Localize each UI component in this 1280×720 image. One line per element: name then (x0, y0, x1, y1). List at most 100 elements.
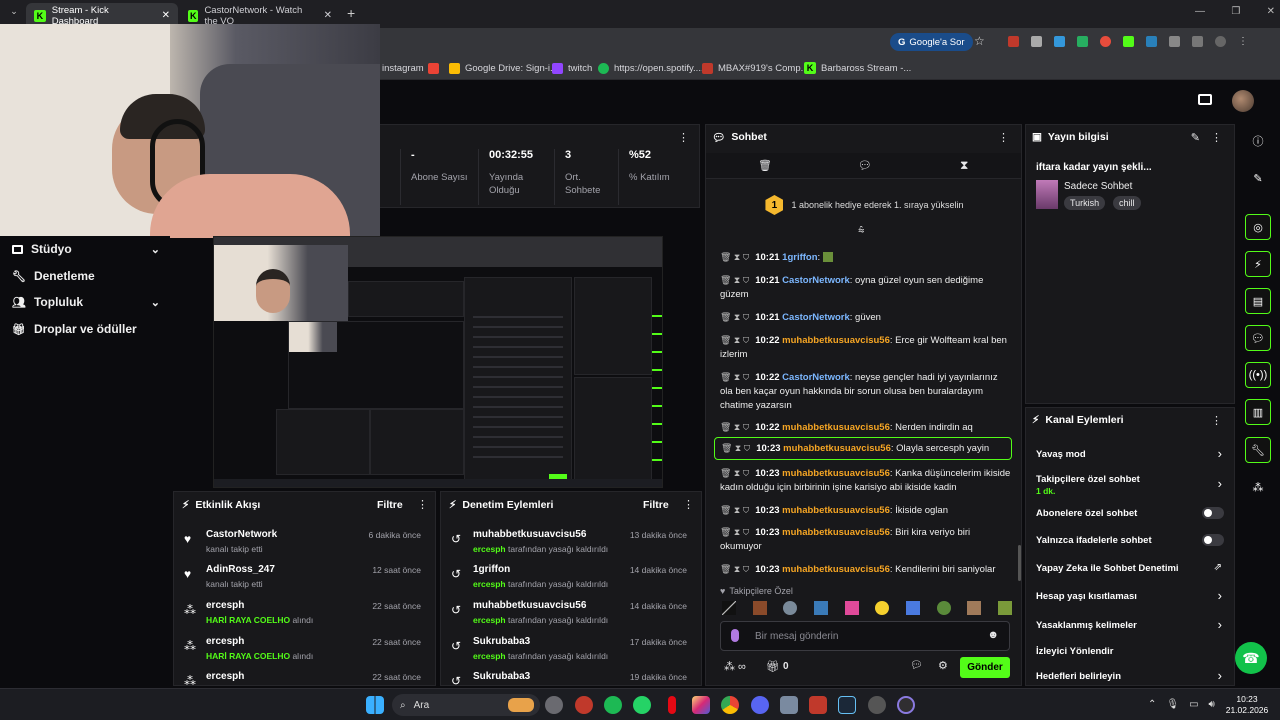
points-icon[interactable]: ⁂ ∞ (724, 660, 746, 673)
close-window-icon[interactable]: ✕ (1267, 6, 1275, 17)
moderation-filter-button[interactable]: Filtre (643, 499, 669, 511)
message-user[interactable]: muhabbetkusuavcisu56 (782, 422, 890, 433)
chat-scrollbar[interactable] (1018, 545, 1021, 581)
category-name[interactable]: Sadece Sohbet (1064, 181, 1132, 192)
tab-list-dropdown[interactable]: ⌄ (6, 6, 22, 22)
action-slow-mode[interactable]: Yavaş mod › (1026, 446, 1234, 464)
message-user[interactable]: muhabbetkusuavcisu56 (782, 527, 890, 538)
sidebar-item-drops[interactable]: 🎁︎ Droplar ve ödüller (12, 322, 137, 336)
emote-icon[interactable] (813, 601, 828, 615)
close-tab-icon[interactable]: ✕ (162, 10, 170, 21)
action-ai-moderation[interactable]: Yapay Zeka ile Sohbet Denetimi ⇗ (1026, 560, 1234, 578)
message-user[interactable]: muhabbetkusuavcisu56 (783, 443, 891, 454)
user-avatar[interactable] (1232, 90, 1254, 112)
emote-icon[interactable] (967, 601, 982, 615)
extension-icon[interactable] (1054, 36, 1065, 47)
chat-settings-icon[interactable]: 💬︎ (858, 159, 872, 172)
emotes-only-toggle[interactable] (1202, 534, 1224, 546)
sidebar-item-studio[interactable]: Stüdyo ⌄ (12, 242, 160, 256)
settings-app-icon[interactable] (545, 696, 563, 714)
more-icon[interactable]: ⋮ (1211, 414, 1222, 427)
chrome-icon[interactable] (721, 696, 739, 714)
emote-icon[interactable] (844, 601, 859, 615)
sidebar-item-community[interactable]: 👥︎ Topluluk ⌄ (12, 295, 160, 309)
gift-icon[interactable]: 🎁︎ (766, 660, 780, 673)
minimize-icon[interactable]: — (1195, 6, 1205, 17)
layout-rail-button[interactable]: ▥ (1245, 399, 1271, 425)
app-icon[interactable] (575, 696, 593, 714)
bookmark-twitch[interactable]: twitch (552, 60, 592, 76)
activity-filter-button[interactable]: Filtre (377, 499, 403, 511)
chat-rules-icon[interactable]: 💬︎ (910, 660, 923, 671)
action-raid[interactable]: İzleyici Yönlendir (1026, 643, 1234, 661)
document-rail-button[interactable]: ▤ (1245, 288, 1271, 314)
action-account-age[interactable]: Hesap yaşı kısıtlaması › (1026, 588, 1234, 606)
bookmark-mbax[interactable]: MBAX#919's Comp... (702, 60, 809, 76)
bookmark-gmail[interactable] (428, 60, 439, 76)
extension-icon[interactable] (1100, 36, 1111, 47)
message-user[interactable]: muhabbetkusuavcisu56 (782, 468, 890, 479)
puzzle-icon[interactable] (1169, 36, 1180, 47)
discord-icon[interactable] (751, 696, 769, 714)
sidebar-item-moderation[interactable]: 🔧︎ Denetleme (12, 269, 95, 283)
camera-rail-button[interactable]: ◎ (1245, 214, 1271, 240)
windows-start-icon[interactable] (366, 696, 384, 714)
message-user[interactable]: 1griffon (782, 252, 817, 263)
chat-rail-button[interactable]: 💬︎ (1245, 325, 1271, 351)
extension-icon[interactable] (1077, 36, 1088, 47)
support-chat-button[interactable]: ☎︎ (1235, 642, 1267, 674)
maximize-icon[interactable]: ❐ (1231, 6, 1240, 17)
emote-icon[interactable] (905, 601, 920, 615)
new-tab-button[interactable]: + (347, 5, 355, 21)
message-user[interactable]: CastorNetwork (782, 275, 850, 286)
close-tab-icon[interactable]: ✕ (324, 10, 332, 21)
instagram-icon[interactable] (692, 696, 710, 714)
message-user[interactable]: muhabbetkusuavcisu56 (782, 335, 890, 346)
google-ask-button[interactable]: G Google'a Sor (890, 33, 973, 51)
more-icon[interactable]: ⋮ (1238, 36, 1248, 48)
steam-icon[interactable] (838, 696, 856, 714)
broadcast-rail-button[interactable]: ((•)) (1245, 362, 1271, 388)
edit-pencil-icon[interactable]: ✎ (1191, 131, 1200, 144)
community-rail-button[interactable]: ⁂ (1245, 474, 1271, 500)
extension-icon[interactable] (1123, 36, 1134, 47)
whatsapp-icon[interactable] (633, 696, 651, 714)
info-rail-button[interactable]: ⓘ (1245, 128, 1271, 154)
action-subscribers-only[interactable]: Abonelere özel sohbet (1026, 505, 1234, 523)
message-user[interactable]: muhabbetkusuavcisu56 (782, 564, 890, 575)
extension-icon[interactable] (1008, 36, 1019, 47)
chat-input[interactable]: Bir mesaj gönderin ☻ (720, 621, 1010, 651)
taskbar-search[interactable]: ⌕ Ara (392, 694, 540, 716)
emote-icon[interactable] (783, 601, 798, 615)
network-icon[interactable]: ▭ (1189, 699, 1198, 711)
hourglass-icon[interactable]: ⧗ (960, 158, 968, 173)
message-user[interactable]: muhabbetkusuavcisu56 (782, 505, 890, 516)
netflix-icon[interactable] (668, 696, 676, 714)
more-icon[interactable]: ⋮ (683, 498, 694, 511)
stream-manager-icon[interactable] (1198, 94, 1212, 105)
extension-icon[interactable] (1146, 36, 1157, 47)
action-goals[interactable]: Hedefleri belirleyin › (1026, 668, 1234, 685)
menu-icon[interactable] (1192, 36, 1203, 47)
clock[interactable]: 10:23 21.02.2026 (1224, 694, 1270, 716)
more-icon[interactable]: ⋮ (678, 131, 689, 144)
edit-rail-button[interactable]: ✎ (1245, 165, 1271, 191)
lightning-rail-button[interactable]: ⚡︎ (1245, 251, 1271, 277)
app-icon[interactable] (868, 696, 886, 714)
scroll-to-top-icon[interactable]: ⩯ (858, 225, 864, 238)
send-button[interactable]: Gönder (960, 657, 1010, 678)
stream-preview[interactable] (213, 236, 663, 488)
obs-icon[interactable] (897, 696, 915, 714)
more-icon[interactable]: ⋮ (1211, 131, 1222, 144)
chevron-up-icon[interactable]: ⌃ (1148, 699, 1156, 711)
pinned-message[interactable]: 1 1 abonelik hediye ederek 1. sıraya yük… (706, 183, 1021, 227)
action-followers-only[interactable]: Takipçilere özel sohbet 1 dk. › (1026, 472, 1234, 498)
emote-icon[interactable] (722, 601, 736, 615)
emote-icon[interactable] (997, 601, 1012, 615)
tag-turkish[interactable]: Turkish (1064, 196, 1106, 210)
tag-chill[interactable]: chill (1113, 196, 1141, 210)
extension-icon[interactable] (1031, 36, 1042, 47)
spotify-icon[interactable] (604, 696, 622, 714)
emote-icon[interactable] (936, 601, 951, 615)
action-banned-words[interactable]: Yasaklanmış kelimeler › (1026, 617, 1234, 635)
